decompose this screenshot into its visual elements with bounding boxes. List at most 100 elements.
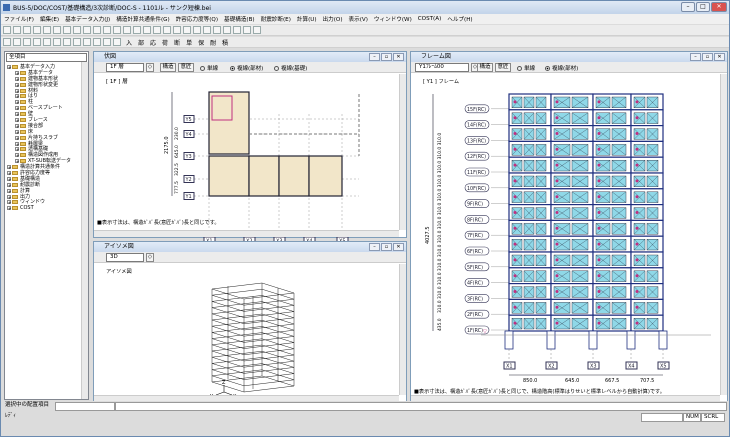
minimize-button[interactable]: – — [681, 2, 695, 12]
menu-item-3[interactable]: 構造計算共通条件(G) — [113, 15, 172, 23]
menu-item-2[interactable]: 基本データ入力(J) — [62, 15, 113, 23]
expand-icon[interactable]: + — [15, 117, 19, 122]
menu-item-5[interactable]: 基礎構造(B) — [221, 15, 258, 23]
toolbar-tool-13-icon[interactable] — [133, 26, 141, 34]
nav-tool-4-icon[interactable] — [43, 38, 51, 46]
expand-icon[interactable]: + — [15, 153, 19, 158]
nav-label-6[interactable]: 保 — [195, 38, 207, 47]
nav-tool-0-icon[interactable] — [3, 38, 11, 46]
view-spin-button[interactable]: ◇ — [146, 253, 154, 262]
frame-vscroll[interactable] — [720, 74, 727, 395]
frame-select[interactable]: Y1ﾌﾚｰﾑ00 — [415, 63, 469, 72]
nav-tool-3-icon[interactable] — [33, 38, 41, 46]
tree-item[interactable]: + ベースプレート — [7, 105, 71, 111]
expand-icon[interactable]: + — [15, 106, 19, 111]
expand-icon[interactable]: + — [15, 76, 19, 81]
toolbar-tool-2-icon[interactable] — [23, 26, 31, 34]
toolbar-tool-7-icon[interactable] — [73, 26, 81, 34]
expand-icon[interactable]: + — [15, 70, 19, 75]
nav-tool-5-icon[interactable] — [53, 38, 61, 46]
menu-item-9[interactable]: 表示(V) — [346, 15, 371, 23]
nav-label-1[interactable]: 部 — [135, 38, 147, 47]
iso-restore-button[interactable]: ▫ — [381, 243, 392, 251]
toolbar-tool-24-icon[interactable] — [243, 26, 251, 34]
menu-item-8[interactable]: 出力(O) — [320, 15, 346, 23]
expand-icon[interactable]: + — [15, 141, 19, 146]
radio-single-line[interactable]: 単線 — [200, 64, 218, 72]
tree-scrollbar[interactable] — [81, 62, 88, 399]
toolbar-tool-9-icon[interactable] — [93, 26, 101, 34]
close-button[interactable]: ✕ — [711, 2, 727, 12]
expand-icon[interactable]: + — [7, 188, 11, 193]
struct-button[interactable]: 構造 — [160, 63, 176, 72]
floor-select[interactable]: 1F 層 — [106, 63, 144, 72]
plan-minimize-button[interactable]: – — [369, 53, 380, 61]
frame-restore-button[interactable]: ▫ — [702, 53, 713, 61]
frame-close-button[interactable]: ✕ — [714, 53, 725, 61]
menu-item-1[interactable]: 編集(E) — [37, 15, 62, 23]
nav-label-0[interactable]: 入 — [123, 38, 135, 47]
expand-icon[interactable]: + — [15, 123, 19, 128]
menu-item-12[interactable]: ヘルプ(H) — [444, 15, 475, 23]
expand-icon[interactable]: + — [15, 159, 19, 164]
toolbar-tool-4-icon[interactable] — [43, 26, 51, 34]
nav-tool-7-icon[interactable] — [73, 38, 81, 46]
toolbar-tool-11-icon[interactable] — [113, 26, 121, 34]
menu-item-11[interactable]: COST(A) — [415, 16, 444, 22]
toolbar-tool-18-icon[interactable] — [183, 26, 191, 34]
nav-label-3[interactable]: 荷 — [159, 38, 171, 47]
expand-icon[interactable]: + — [15, 82, 19, 87]
menu-item-0[interactable]: ファイル(F) — [1, 15, 37, 23]
plan-vscroll[interactable] — [399, 74, 406, 230]
frame-struct-button[interactable]: 構造 — [477, 63, 493, 72]
expand-icon[interactable]: + — [7, 176, 11, 181]
expand-icon[interactable]: + — [7, 182, 11, 187]
toolbar-tool-17-icon[interactable] — [173, 26, 181, 34]
toolbar-tool-3-icon[interactable] — [33, 26, 41, 34]
tree-item[interactable]: + COST — [7, 205, 71, 211]
expand-icon[interactable]: + — [15, 135, 19, 140]
iso-vscroll[interactable] — [399, 264, 406, 395]
expand-icon[interactable]: + — [15, 94, 19, 99]
expand-icon[interactable]: + — [7, 165, 11, 170]
toolbar-tool-15-icon[interactable] — [153, 26, 161, 34]
toolbar-tool-12-icon[interactable] — [123, 26, 131, 34]
radio-double-member[interactable]: 複線(部材) — [230, 64, 263, 72]
maximize-button[interactable]: □ — [696, 2, 710, 12]
radio-double-foundation[interactable]: 複線(基礎) — [274, 64, 307, 72]
expand-icon[interactable]: + — [7, 194, 11, 199]
nav-tool-2-icon[interactable] — [23, 38, 31, 46]
design-button[interactable]: 意匠 — [178, 63, 194, 72]
nav-label-5[interactable]: 単 — [183, 38, 195, 47]
toolbar-tool-20-icon[interactable] — [203, 26, 211, 34]
nav-label-2[interactable]: 応 — [147, 38, 159, 47]
menu-item-7[interactable]: 計算(U) — [294, 15, 320, 23]
floor-spin-button[interactable]: ◇ — [146, 63, 154, 72]
nav-tool-10-icon[interactable] — [103, 38, 111, 46]
expand-icon[interactable]: + — [7, 206, 11, 211]
menu-item-6[interactable]: 耐震診断(E) — [258, 15, 294, 23]
expand-icon[interactable]: + — [15, 88, 19, 93]
toolbar-tool-1-icon[interactable] — [13, 26, 21, 34]
nav-tool-6-icon[interactable] — [63, 38, 71, 46]
toolbar-tool-19-icon[interactable] — [193, 26, 201, 34]
frame-design-button[interactable]: 意匠 — [495, 63, 511, 72]
toolbar-tool-25-icon[interactable] — [253, 26, 261, 34]
expand-icon[interactable]: + — [15, 147, 19, 152]
plan-restore-button[interactable]: ▫ — [381, 53, 392, 61]
plan-close-button[interactable]: ✕ — [393, 53, 404, 61]
expand-icon[interactable]: + — [7, 64, 11, 69]
expand-icon[interactable]: + — [7, 200, 11, 205]
menu-item-10[interactable]: ウィンドウ(W) — [371, 15, 415, 23]
toolbar-tool-22-icon[interactable] — [223, 26, 231, 34]
expand-icon[interactable]: + — [15, 112, 19, 117]
toolbar-tool-16-icon[interactable] — [163, 26, 171, 34]
nav-label-7[interactable]: 耐 — [207, 38, 219, 47]
toolbar-tool-0-icon[interactable] — [3, 26, 11, 34]
nav-label-8[interactable]: 積 — [219, 38, 231, 47]
toolbar-tool-23-icon[interactable] — [233, 26, 241, 34]
frame-radio-single[interactable]: 単線 — [517, 64, 535, 72]
iso-minimize-button[interactable]: – — [369, 243, 380, 251]
frame-minimize-button[interactable]: – — [690, 53, 701, 61]
menu-item-4[interactable]: 許容応力度等(Q) — [173, 15, 221, 23]
